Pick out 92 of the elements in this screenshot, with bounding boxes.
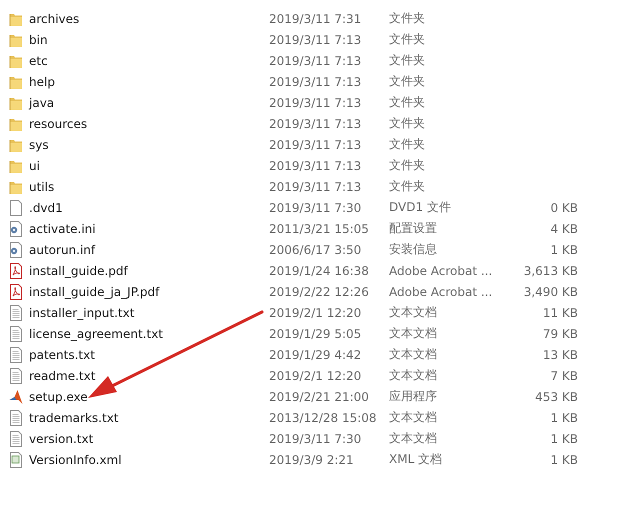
file-name[interactable]: etc [29,54,269,68]
file-name[interactable]: license_agreement.txt [29,326,269,340]
file-name[interactable]: java [29,96,269,110]
file-icon [9,200,23,216]
file-size: 13 KB [542,348,578,362]
file-size: 1 KB [550,410,578,424]
modified-date: 2019/3/11 7:31 [269,12,362,26]
file-size: 1 KB [550,242,578,256]
file-size: 0 KB [550,200,578,214]
modified-date: 2019/3/9 2:21 [269,452,354,466]
text-file-icon [9,346,23,362]
file-name[interactable]: sys [29,138,269,152]
file-name[interactable]: utils [29,180,269,194]
file-name[interactable]: .dvd1 [29,200,269,214]
file-size: 11 KB [542,306,578,320]
file-type: 配置设置 [389,220,437,237]
text-file-icon [9,326,23,342]
modified-date: 2019/1/24 16:38 [269,264,369,278]
file-type: 文件夹 [389,157,425,174]
file-name[interactable]: activate.ini [29,222,269,236]
file-type: 文件夹 [389,10,425,27]
file-type: 文本文档 [389,430,437,447]
file-size: 79 KB [542,326,578,340]
file-type: DVD1 文件 [389,199,451,216]
file-type: Adobe Acrobat ... [389,264,492,278]
file-name[interactable]: archives [29,12,269,26]
file-type: 文件夹 [389,136,425,153]
text-file-icon [9,368,23,384]
file-type: 文件夹 [389,73,425,90]
pdf-file-icon [9,262,23,278]
modified-date: 2019/1/29 4:42 [269,348,362,362]
modified-date: 2011/3/21 15:05 [269,222,369,236]
file-name[interactable]: bin [29,32,269,46]
file-size: 1 KB [550,452,578,466]
modified-date: 2006/6/17 3:50 [269,242,362,256]
xml-file-icon [9,452,23,468]
file-size: 3,613 KB [524,264,578,278]
modified-date: 2019/2/21 21:00 [269,390,369,404]
file-name[interactable]: trademarks.txt [29,410,269,424]
file-type: 文本文档 [389,346,437,363]
file-name[interactable]: install_guide.pdf [29,264,269,278]
modified-date: 2019/3/11 7:30 [269,200,362,214]
modified-date: 2019/3/11 7:13 [269,116,362,130]
file-name[interactable]: help [29,74,269,88]
app-icon [9,388,23,404]
file-name[interactable]: VersionInfo.xml [29,452,269,466]
modified-date: 2019/2/22 12:26 [269,284,369,298]
file-type: 文件夹 [389,178,425,195]
file-type: Adobe Acrobat ... [389,284,492,298]
text-file-icon [9,430,23,446]
modified-date: 2019/2/1 12:20 [269,368,362,382]
modified-date: 2013/12/28 15:08 [269,410,377,424]
modified-date: 2019/3/11 7:13 [269,32,362,46]
file-type: 文件夹 [389,115,425,132]
modified-date: 2019/3/11 7:13 [269,96,362,110]
text-file-icon [9,410,23,426]
modified-date: 2019/3/11 7:13 [269,138,362,152]
file-type: XML 文档 [389,451,442,468]
file-name[interactable]: autorun.inf [29,242,269,256]
settings-file-icon [9,242,23,258]
pdf-file-icon [9,284,23,300]
modified-date: 2019/3/11 7:13 [269,74,362,88]
file-type: 文本文档 [389,304,437,321]
file-name[interactable]: setup.exe [29,390,269,404]
modified-date: 2019/2/1 12:20 [269,306,362,320]
file-size: 4 KB [550,222,578,236]
file-size: 453 KB [535,390,578,404]
file-name[interactable]: ui [29,158,269,172]
file-name[interactable]: installer_input.txt [29,306,269,320]
file-type: 文件夹 [389,52,425,69]
modified-date: 2019/3/11 7:30 [269,432,362,446]
text-file-icon [9,304,23,320]
modified-date: 2019/3/11 7:13 [269,54,362,68]
modified-date: 2019/3/11 7:13 [269,180,362,194]
file-type: 安装信息 [389,241,437,258]
file-type: 文件夹 [389,31,425,48]
file-type: 文本文档 [389,325,437,342]
file-name[interactable]: readme.txt [29,368,269,382]
file-name[interactable]: install_guide_ja_JP.pdf [29,284,269,298]
modified-date: 2019/3/11 7:13 [269,158,362,172]
settings-file-icon [9,220,23,236]
file-type: 应用程序 [389,388,437,405]
file-size: 3,490 KB [524,284,578,298]
file-type: 文件夹 [389,94,425,111]
file-size: 1 KB [550,432,578,446]
file-type: 文本文档 [389,409,437,426]
file-name[interactable]: patents.txt [29,348,269,362]
file-name[interactable]: version.txt [29,432,269,446]
file-size: 7 KB [550,368,578,382]
file-name[interactable]: resources [29,116,269,130]
file-type: 文本文档 [389,367,437,384]
modified-date: 2019/1/29 5:05 [269,326,362,340]
